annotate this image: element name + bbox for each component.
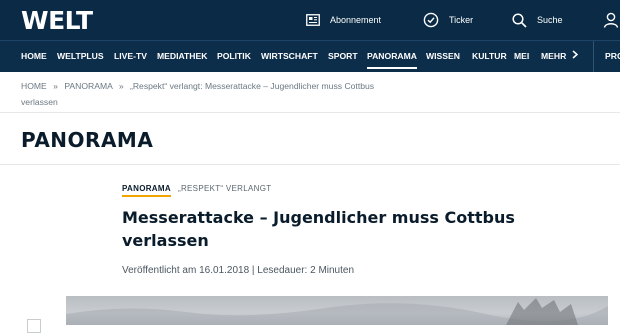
chevron-right-icon bbox=[572, 41, 578, 72]
clock-icon bbox=[423, 12, 439, 28]
nav-item-panorama[interactable]: PANORAMA bbox=[367, 41, 417, 72]
nav-item-partial[interactable]: PRO bbox=[605, 41, 620, 72]
nav-item-home[interactable]: HOME bbox=[21, 41, 47, 72]
suche-label: Suche bbox=[537, 15, 563, 25]
nav-item-wissen[interactable]: WISSEN bbox=[426, 41, 460, 72]
nav-item-politik[interactable]: POLITIK bbox=[217, 41, 251, 72]
user-account-button[interactable] bbox=[603, 0, 619, 40]
breadcrumb-separator: » bbox=[53, 81, 58, 91]
article-topic: „RESPEKT“ VERLANGT bbox=[178, 184, 272, 193]
breadcrumb-separator: » bbox=[118, 81, 124, 91]
nav-item-mediathek[interactable]: MEDIATHEK bbox=[157, 41, 207, 72]
breadcrumb-panorama[interactable]: PANORAMA bbox=[64, 81, 112, 91]
divider bbox=[0, 112, 620, 113]
nav-divider bbox=[593, 41, 594, 72]
suche-link[interactable]: Suche bbox=[512, 0, 563, 40]
article-category-tag[interactable]: PANORAMA bbox=[122, 184, 171, 197]
abonnement-link[interactable]: Abonnement bbox=[306, 0, 381, 40]
nav-item-weltplus[interactable]: WELTPLUS bbox=[57, 41, 104, 72]
ticker-link[interactable]: Ticker bbox=[423, 0, 473, 40]
article-meta: Veröffentlicht am 16.01.2018 | Lesedauer… bbox=[122, 265, 355, 276]
ticker-label: Ticker bbox=[449, 15, 474, 25]
nav-more-label: MEHR bbox=[541, 51, 567, 61]
main-navigation: HOME WELTPLUS LIVE-TV MEDIATHEK POLITIK … bbox=[0, 40, 620, 72]
abonnement-label: Abonnement bbox=[330, 15, 382, 25]
nav-more-button[interactable]: MEHR bbox=[541, 41, 578, 72]
user-icon bbox=[603, 12, 619, 28]
share-button[interactable] bbox=[27, 319, 41, 333]
breadcrumb: HOME » PANORAMA » „Respekt“ verlangt: Me… bbox=[21, 78, 401, 110]
divider bbox=[0, 164, 620, 165]
nav-item-wirtschaft[interactable]: WIRTSCHAFT bbox=[261, 41, 318, 72]
top-header: WELT Abonnement Ticker Suche bbox=[0, 0, 620, 40]
nav-item-live-tv[interactable]: LIVE-TV bbox=[114, 41, 147, 72]
welt-logo[interactable]: WELT bbox=[21, 6, 93, 35]
section-title: PANORAMA bbox=[21, 128, 154, 152]
nav-item-kultur[interactable]: KULTUR bbox=[472, 41, 507, 72]
nav-item-truncated[interactable]: MEI bbox=[514, 41, 530, 72]
article-hero-image bbox=[66, 296, 608, 325]
newspaper-icon bbox=[306, 14, 320, 26]
nav-item-sport[interactable]: SPORT bbox=[328, 41, 358, 72]
search-icon bbox=[512, 12, 527, 28]
breadcrumb-home[interactable]: HOME bbox=[21, 81, 47, 91]
article-headline: Messerattacke – Jugendlicher muss Cottbu… bbox=[122, 208, 515, 250]
